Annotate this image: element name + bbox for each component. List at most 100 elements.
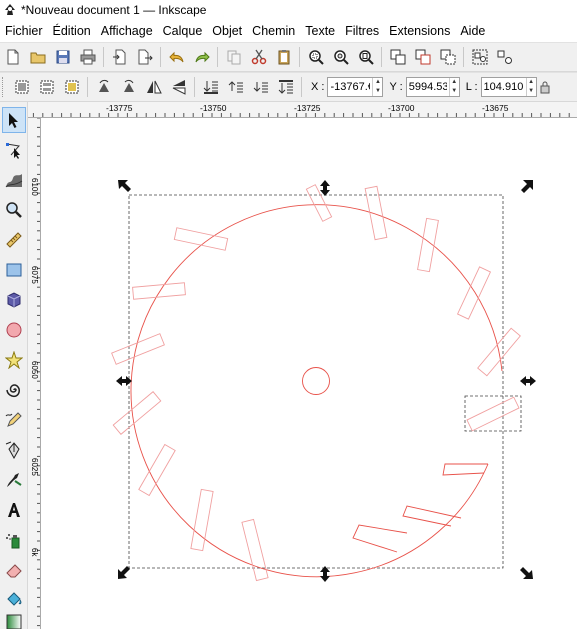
gear-tooth[interactable] (352, 524, 408, 553)
tweak-tool-icon[interactable] (2, 167, 26, 193)
select-all-layers-icon[interactable] (36, 76, 58, 98)
menu-objet[interactable]: Objet (207, 20, 247, 42)
ring-rect[interactable] (138, 443, 176, 497)
pen-tool-icon[interactable] (2, 437, 26, 463)
star-tool-icon[interactable] (2, 347, 26, 373)
flip-vertical-icon[interactable] (168, 76, 190, 98)
redo-icon[interactable] (191, 46, 213, 68)
y-spinner[interactable]: ▲ ▼ (448, 78, 459, 96)
node-tool-icon[interactable] (2, 137, 26, 163)
deselect-icon[interactable] (61, 76, 83, 98)
unlink-clone-icon[interactable] (437, 46, 459, 68)
toolbar-grip[interactable] (2, 77, 6, 97)
gear-outline[interactable] (130, 204, 503, 578)
menu-affichage[interactable]: Affichage (96, 20, 158, 42)
selector-tool-icon[interactable] (2, 107, 26, 133)
zoom-selection-icon[interactable] (305, 46, 327, 68)
select-all-icon[interactable] (11, 76, 33, 98)
ring-rect[interactable] (190, 488, 214, 552)
ellipse-tool-icon[interactable] (2, 317, 26, 343)
ring-rect[interactable] (111, 333, 165, 365)
measure-tool-icon[interactable] (2, 227, 26, 253)
scale-handle-ne[interactable] (521, 180, 533, 193)
pencil-tool-icon[interactable] (2, 407, 26, 433)
new-document-icon[interactable] (2, 46, 24, 68)
ungroup-icon[interactable] (494, 46, 516, 68)
gear-tooth[interactable] (402, 505, 462, 527)
print-icon[interactable] (77, 46, 99, 68)
raise-icon[interactable] (225, 76, 247, 98)
calligraphy-tool-icon[interactable] (2, 467, 26, 493)
ring-rect[interactable] (466, 396, 520, 432)
paste-icon[interactable] (273, 46, 295, 68)
spin-up-icon[interactable]: ▲ (527, 78, 536, 87)
ring-rect[interactable] (241, 518, 269, 582)
title-bar: *Nouveau document 1 — Inkscape (0, 0, 577, 20)
rectangle-tool-icon[interactable] (2, 257, 26, 283)
zoom-drawing-icon[interactable] (330, 46, 352, 68)
menu-fichier[interactable]: Fichier (0, 20, 48, 42)
ring-rect[interactable] (173, 227, 229, 251)
spin-down-icon[interactable]: ▼ (373, 87, 382, 96)
save-icon[interactable] (52, 46, 74, 68)
menu-texte[interactable]: Texte (300, 20, 340, 42)
eraser-tool-icon[interactable] (2, 557, 26, 583)
duplicate-icon[interactable] (387, 46, 409, 68)
zoom-page-icon[interactable] (355, 46, 377, 68)
w-input[interactable] (481, 78, 526, 96)
lower-icon[interactable] (250, 76, 272, 98)
menu-edition[interactable]: Édition (48, 20, 96, 42)
scale-handle-sw[interactable] (118, 566, 130, 579)
scale-handle-s[interactable] (320, 566, 330, 582)
menu-aide[interactable]: Aide (455, 20, 490, 42)
gear-tooth[interactable] (442, 463, 488, 476)
spin-down-icon[interactable]: ▼ (450, 87, 459, 96)
copy-icon[interactable] (223, 46, 245, 68)
ring-rect[interactable] (112, 391, 162, 435)
center-hole[interactable] (302, 367, 330, 395)
drawing-canvas[interactable] (41, 118, 577, 629)
scale-handle-n[interactable] (320, 180, 330, 196)
ring-rect[interactable] (364, 185, 388, 241)
gradient-tool-icon[interactable] (2, 614, 26, 629)
group-icon[interactable] (469, 46, 491, 68)
x-input[interactable] (328, 78, 373, 96)
menu-calque[interactable]: Calque (158, 20, 208, 42)
rotate-ccw-icon[interactable] (93, 76, 115, 98)
flip-horizontal-icon[interactable] (143, 76, 165, 98)
paint-bucket-tool-icon[interactable] (2, 587, 26, 613)
lower-to-bottom-icon[interactable] (275, 76, 297, 98)
menu-chemin[interactable]: Chemin (247, 20, 300, 42)
text-tool-icon[interactable] (2, 497, 26, 523)
open-icon[interactable] (27, 46, 49, 68)
cut-icon[interactable] (248, 46, 270, 68)
ring-rect[interactable] (132, 282, 186, 300)
spray-tool-icon[interactable] (2, 527, 26, 553)
scale-handle-e[interactable] (520, 376, 536, 386)
clone-icon[interactable] (412, 46, 434, 68)
export-icon[interactable] (134, 46, 156, 68)
raise-to-top-icon[interactable] (200, 76, 222, 98)
spin-up-icon[interactable]: ▲ (450, 78, 459, 87)
spin-down-icon[interactable]: ▼ (527, 87, 536, 96)
y-input[interactable] (406, 78, 449, 96)
ring-rect[interactable] (417, 217, 439, 273)
x-spinner[interactable]: ▲ ▼ (372, 78, 382, 96)
scale-handle-w[interactable] (116, 376, 132, 386)
rotate-cw-icon[interactable] (118, 76, 140, 98)
undo-icon[interactable] (166, 46, 188, 68)
hruler-label: -13750 (200, 103, 227, 113)
scale-handle-se[interactable] (520, 567, 533, 579)
import-icon[interactable] (109, 46, 131, 68)
zoom-tool-icon[interactable] (2, 197, 26, 223)
menu-filtres[interactable]: Filtres (340, 20, 384, 42)
menu-extensions[interactable]: Extensions (384, 20, 455, 42)
vertical-ruler[interactable]: 6100 6075 6050 6025 6k (28, 118, 41, 629)
lock-ratio-icon[interactable] (538, 76, 552, 98)
spiral-tool-icon[interactable] (2, 377, 26, 403)
spin-up-icon[interactable]: ▲ (373, 78, 382, 87)
box3d-tool-icon[interactable] (2, 287, 26, 313)
horizontal-ruler[interactable]: -13775 -13750 -13725 -13700 -13675 (24, 102, 577, 118)
scale-handle-nw[interactable] (118, 180, 131, 192)
w-spinner[interactable]: ▲ ▼ (525, 78, 536, 96)
